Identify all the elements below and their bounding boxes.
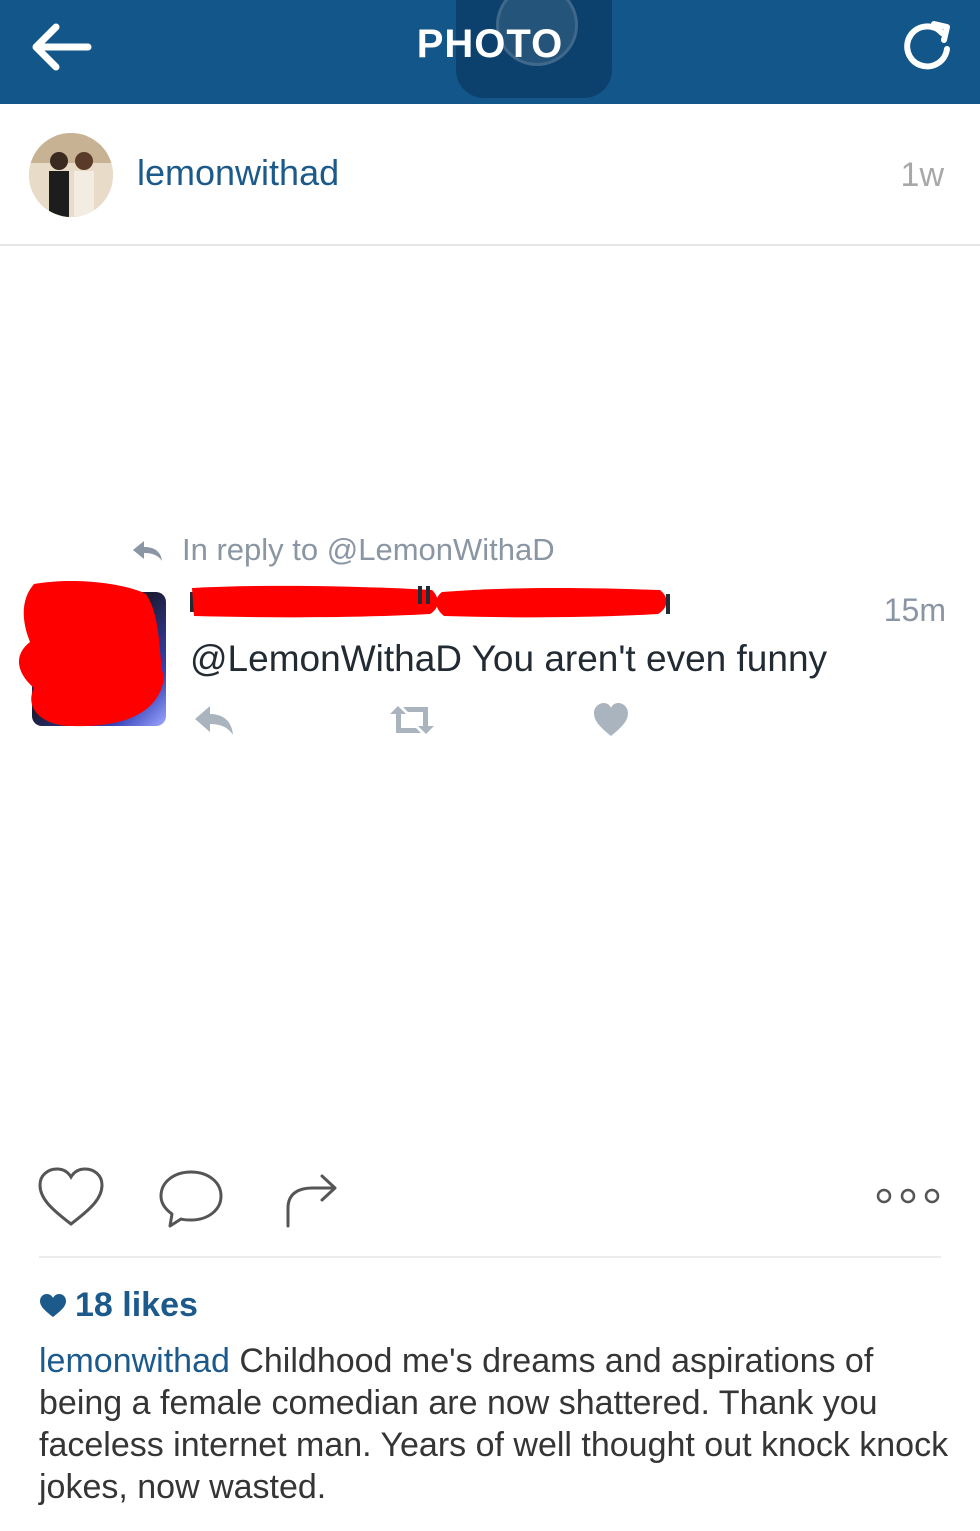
redaction-bar <box>190 585 670 618</box>
likes-text: 18 likes <box>75 1286 198 1324</box>
divider <box>39 1256 941 1258</box>
post-header: lemonwithad 1w <box>0 104 980 246</box>
page-title: PHOTO <box>416 22 564 66</box>
post-photo[interactable]: In reply to @LemonWithaD 15m @LemonWitha… <box>0 246 980 1150</box>
nav-bar: PHOTO <box>0 0 980 104</box>
like-button[interactable] <box>36 1166 106 1233</box>
heart-filled-icon <box>40 1294 66 1317</box>
caption-username[interactable]: lemonwithad <box>39 1342 230 1380</box>
avatar[interactable] <box>29 133 113 217</box>
post-username[interactable]: lemonwithad <box>137 152 339 194</box>
heart-outline-icon <box>38 1167 104 1226</box>
reply-icon <box>133 541 162 561</box>
share-icon <box>286 1174 337 1228</box>
arrow-left-icon <box>32 23 92 71</box>
tweet-reply-line: In reply to @LemonWithaD <box>130 532 555 568</box>
redaction-scribble <box>18 581 165 727</box>
refresh-button[interactable] <box>898 18 956 76</box>
tweet-timestamp: 15m <box>883 592 946 628</box>
tweet-author-name <box>190 584 950 628</box>
more-options-icon <box>876 1188 940 1204</box>
reply-to-text: In reply to @LemonWithaD <box>182 532 555 567</box>
retweet-icon <box>390 706 434 734</box>
reply-icon <box>195 706 233 735</box>
more-options-button[interactable] <box>874 1186 944 1211</box>
like-icon <box>594 703 628 736</box>
post-caption: lemonwithad Childhood me's dreams and as… <box>39 1340 949 1508</box>
post-actions <box>0 1160 980 1240</box>
refresh-icon <box>904 21 950 70</box>
share-button[interactable] <box>284 1168 340 1235</box>
comment-icon <box>159 1170 223 1228</box>
tweet-text: @LemonWithaD You aren't even funny <box>190 638 828 679</box>
likes-count[interactable]: 18 likes <box>39 1286 198 1325</box>
post-timestamp: 1w <box>900 156 944 194</box>
tweet-actions <box>190 702 650 752</box>
back-button[interactable] <box>28 22 94 72</box>
comment-button[interactable] <box>158 1168 224 1235</box>
